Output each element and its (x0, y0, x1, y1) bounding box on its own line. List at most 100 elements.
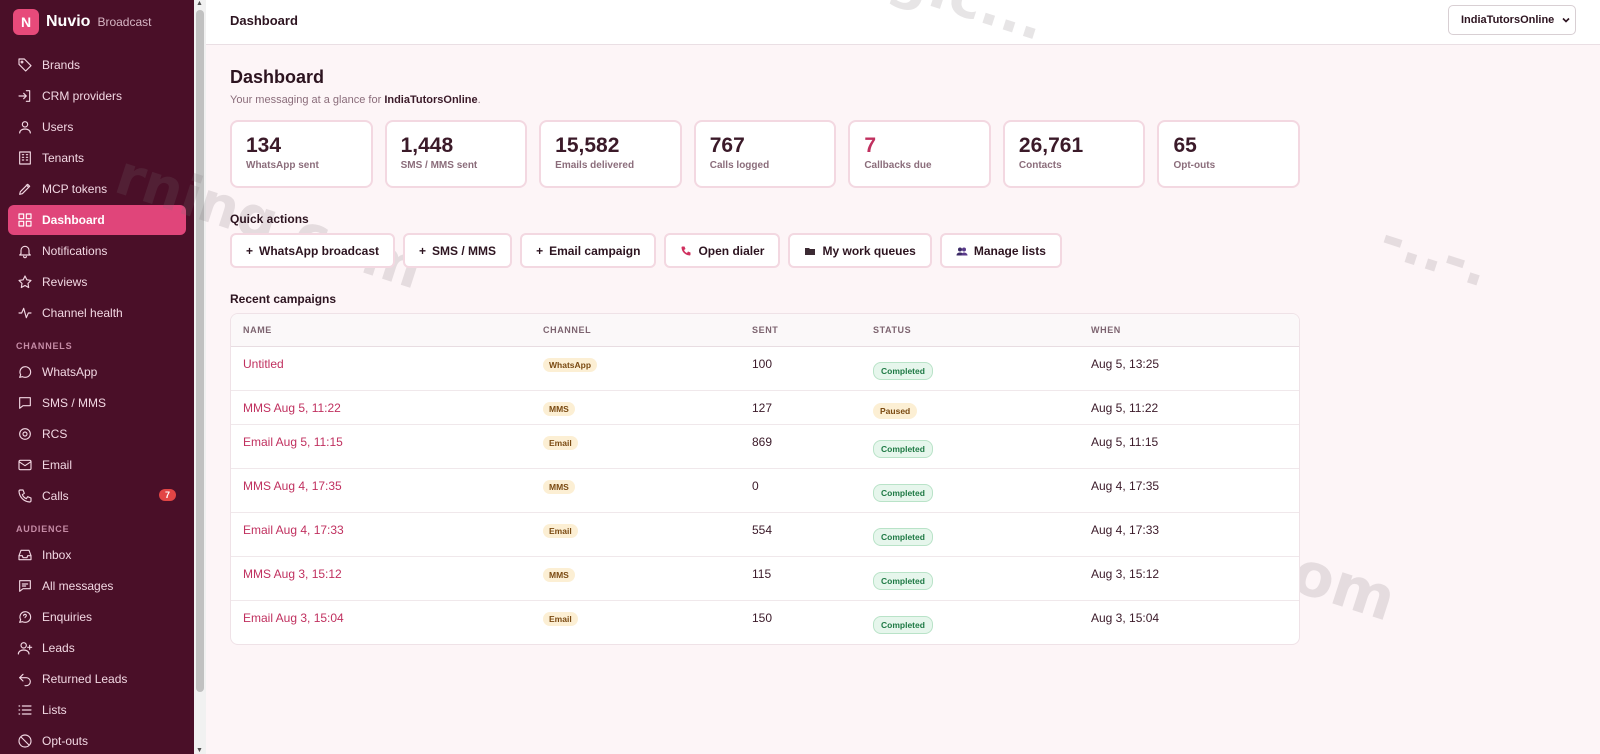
sidebar-item-reviews[interactable]: Reviews (8, 267, 186, 297)
sidebar: N Nuvio Broadcast Brands CRM providers U… (0, 0, 194, 754)
sidebar-item-email[interactable]: Email (8, 450, 186, 480)
main-nav: Brands CRM providers Users Tenants MCP t… (0, 44, 194, 328)
sidebar-item-rcs[interactable]: RCS (8, 419, 186, 449)
recent-campaigns-table: NAME CHANNEL SENT STATUS WHEN Untitled W… (230, 313, 1300, 645)
scroll-thumb[interactable] (196, 10, 204, 692)
phone-icon (17, 488, 33, 504)
stat-card-emails-delivered: 15,582 Emails delivered (539, 120, 682, 188)
campaign-when: Aug 4, 17:33 (1079, 512, 1299, 557)
sidebar-item-leads[interactable]: Leads (8, 633, 186, 663)
campaign-when: Aug 5, 11:22 (1079, 390, 1299, 425)
sent-count: 100 (740, 346, 861, 391)
sidebar-item-enquiries[interactable]: Enquiries (8, 602, 186, 632)
sidebar-scrollbar[interactable]: ▲ ▼ (194, 0, 206, 754)
sidebar-item-sms-mms[interactable]: SMS / MMS (8, 388, 186, 418)
sent-count: 554 (740, 512, 861, 557)
campaign-name-link[interactable]: Email Aug 4, 17:33 (231, 512, 531, 557)
status-badge: Completed (873, 483, 933, 502)
campaign-name-link[interactable]: Email Aug 5, 11:15 (231, 424, 531, 469)
table-row[interactable]: MMS Aug 3, 15:12 MMS 115 Completed Aug 3… (231, 556, 1299, 601)
sidebar-item-label: Lists (42, 703, 67, 717)
subtitle-tenant: IndiaTutorsOnline (384, 94, 478, 106)
sidebar-item-label: Calls (42, 489, 69, 503)
table-row[interactable]: Email Aug 4, 17:33 Email 554 Completed A… (231, 512, 1299, 557)
column-header-name: NAME (231, 314, 531, 347)
chat-bubble-icon (17, 364, 33, 380)
sidebar-item-brands[interactable]: Brands (8, 50, 186, 80)
status-badge: Paused (873, 402, 918, 419)
sidebar-item-tenants[interactable]: Tenants (8, 143, 186, 173)
stats-row: 134 WhatsApp sent 1,448 SMS / MMS sent 15,… (230, 120, 1301, 188)
channel-badge: Email (543, 523, 578, 538)
sidebar-item-label: Channel health (42, 306, 123, 320)
sidebar-item-label: Inbox (42, 548, 72, 562)
column-header-status: STATUS (861, 314, 1079, 347)
table-header-row: NAME CHANNEL SENT STATUS WHEN (231, 314, 1299, 347)
stat-card-calls-logged: 767 Calls logged (693, 120, 837, 188)
table-row[interactable]: Email Aug 5, 11:15 Email 869 Completed A… (231, 424, 1299, 469)
campaign-name-link[interactable]: Untitled (231, 346, 531, 391)
scroll-up-arrow-icon[interactable]: ▲ (196, 0, 203, 7)
campaign-name-link[interactable]: MMS Aug 4, 17:35 (231, 468, 531, 513)
sms-mms-button[interactable]: + SMS / MMS (403, 233, 513, 268)
plus-icon: + (246, 243, 254, 258)
pulse-icon (17, 305, 33, 321)
email-campaign-button[interactable]: + Email campaign (520, 233, 657, 268)
sidebar-item-mcp-tokens[interactable]: MCP tokens (8, 174, 186, 204)
campaign-name-link[interactable]: Email Aug 3, 15:04 (231, 600, 531, 644)
my-work-queues-button[interactable]: My work queues (788, 233, 932, 268)
sent-count: 127 (740, 390, 861, 425)
manage-lists-button[interactable]: Manage lists (939, 233, 1062, 268)
sidebar-item-label: Dashboard (42, 213, 105, 227)
sidebar-item-channel-health[interactable]: Channel health (8, 298, 186, 328)
sidebar-item-users[interactable]: Users (8, 112, 186, 142)
sidebar-item-calls[interactable]: Calls 7 (8, 481, 186, 511)
table-row[interactable]: Untitled WhatsApp 100 Completed Aug 5, 1… (231, 346, 1299, 391)
sidebar-item-notifications[interactable]: Notifications (8, 236, 186, 266)
sidebar-item-returned-leads[interactable]: Returned Leads (8, 664, 186, 694)
table-row[interactable]: MMS Aug 4, 17:35 MMS 0 Completed Aug 4, … (231, 468, 1299, 513)
brand-name: Nuvio (46, 13, 91, 30)
stat-card-callbacks-due[interactable]: 7 Callbacks due (848, 120, 991, 188)
campaign-name-link[interactable]: MMS Aug 5, 11:22 (231, 390, 531, 425)
sidebar-item-opt-outs[interactable]: Opt-outs (8, 726, 186, 754)
plus-icon: + (419, 243, 427, 258)
sidebar-item-lists[interactable]: Lists (8, 695, 186, 725)
recent-campaigns-title: Recent campaigns (230, 292, 337, 306)
campaign-name-link[interactable]: MMS Aug 3, 15:12 (231, 556, 531, 601)
channels-section-label: CHANNELS (16, 341, 73, 351)
audience-section-label: AUDIENCE (16, 524, 70, 534)
scroll-down-arrow-icon[interactable]: ▼ (196, 747, 203, 754)
campaign-when: Aug 5, 11:15 (1079, 424, 1299, 469)
channel-badge: Email (543, 435, 578, 450)
sidebar-item-whatsapp[interactable]: WhatsApp (8, 357, 186, 387)
audience-nav: Inbox All messages Enquiries Leads Retur… (0, 540, 194, 754)
pen-icon (17, 181, 33, 197)
open-dialer-button[interactable]: Open dialer (664, 233, 781, 268)
grid-icon (17, 212, 33, 228)
brand-logo: N (13, 9, 39, 35)
ban-icon (17, 733, 33, 749)
topbar-title: Dashboard (230, 13, 298, 28)
table-row[interactable]: Email Aug 3, 15:04 Email 150 Completed A… (231, 600, 1299, 644)
chevron-down-icon (1562, 17, 1570, 23)
sidebar-item-label: WhatsApp (42, 365, 98, 379)
stat-card-contacts: 26,761 Contacts (1002, 120, 1146, 188)
tenant-select[interactable]: IndiaTutorsOnline (1448, 5, 1576, 35)
sidebar-item-dashboard[interactable]: Dashboard (8, 205, 186, 235)
channel-badge: MMS (543, 401, 575, 416)
table-row[interactable]: MMS Aug 5, 11:22 MMS 127 Paused Aug 5, 1… (231, 390, 1299, 425)
brand[interactable]: N Nuvio Broadcast (0, 0, 194, 44)
sent-count: 869 (740, 424, 861, 469)
sidebar-item-label: Notifications (42, 244, 108, 258)
sidebar-item-crm-providers[interactable]: CRM providers (8, 81, 186, 111)
bell-icon (17, 243, 33, 259)
channels-nav: WhatsApp SMS / MMS RCS Email Calls 7 (0, 357, 194, 511)
watermark-fragment: -..-. (1372, 204, 1498, 301)
sidebar-item-label: All messages (42, 579, 114, 593)
column-header-sent: SENT (740, 314, 861, 347)
sidebar-item-all-messages[interactable]: All messages (8, 571, 186, 601)
sidebar-item-inbox[interactable]: Inbox (8, 540, 186, 570)
whatsapp-broadcast-button[interactable]: + WhatsApp broadcast (230, 233, 396, 268)
sidebar-item-label: RCS (42, 427, 68, 441)
